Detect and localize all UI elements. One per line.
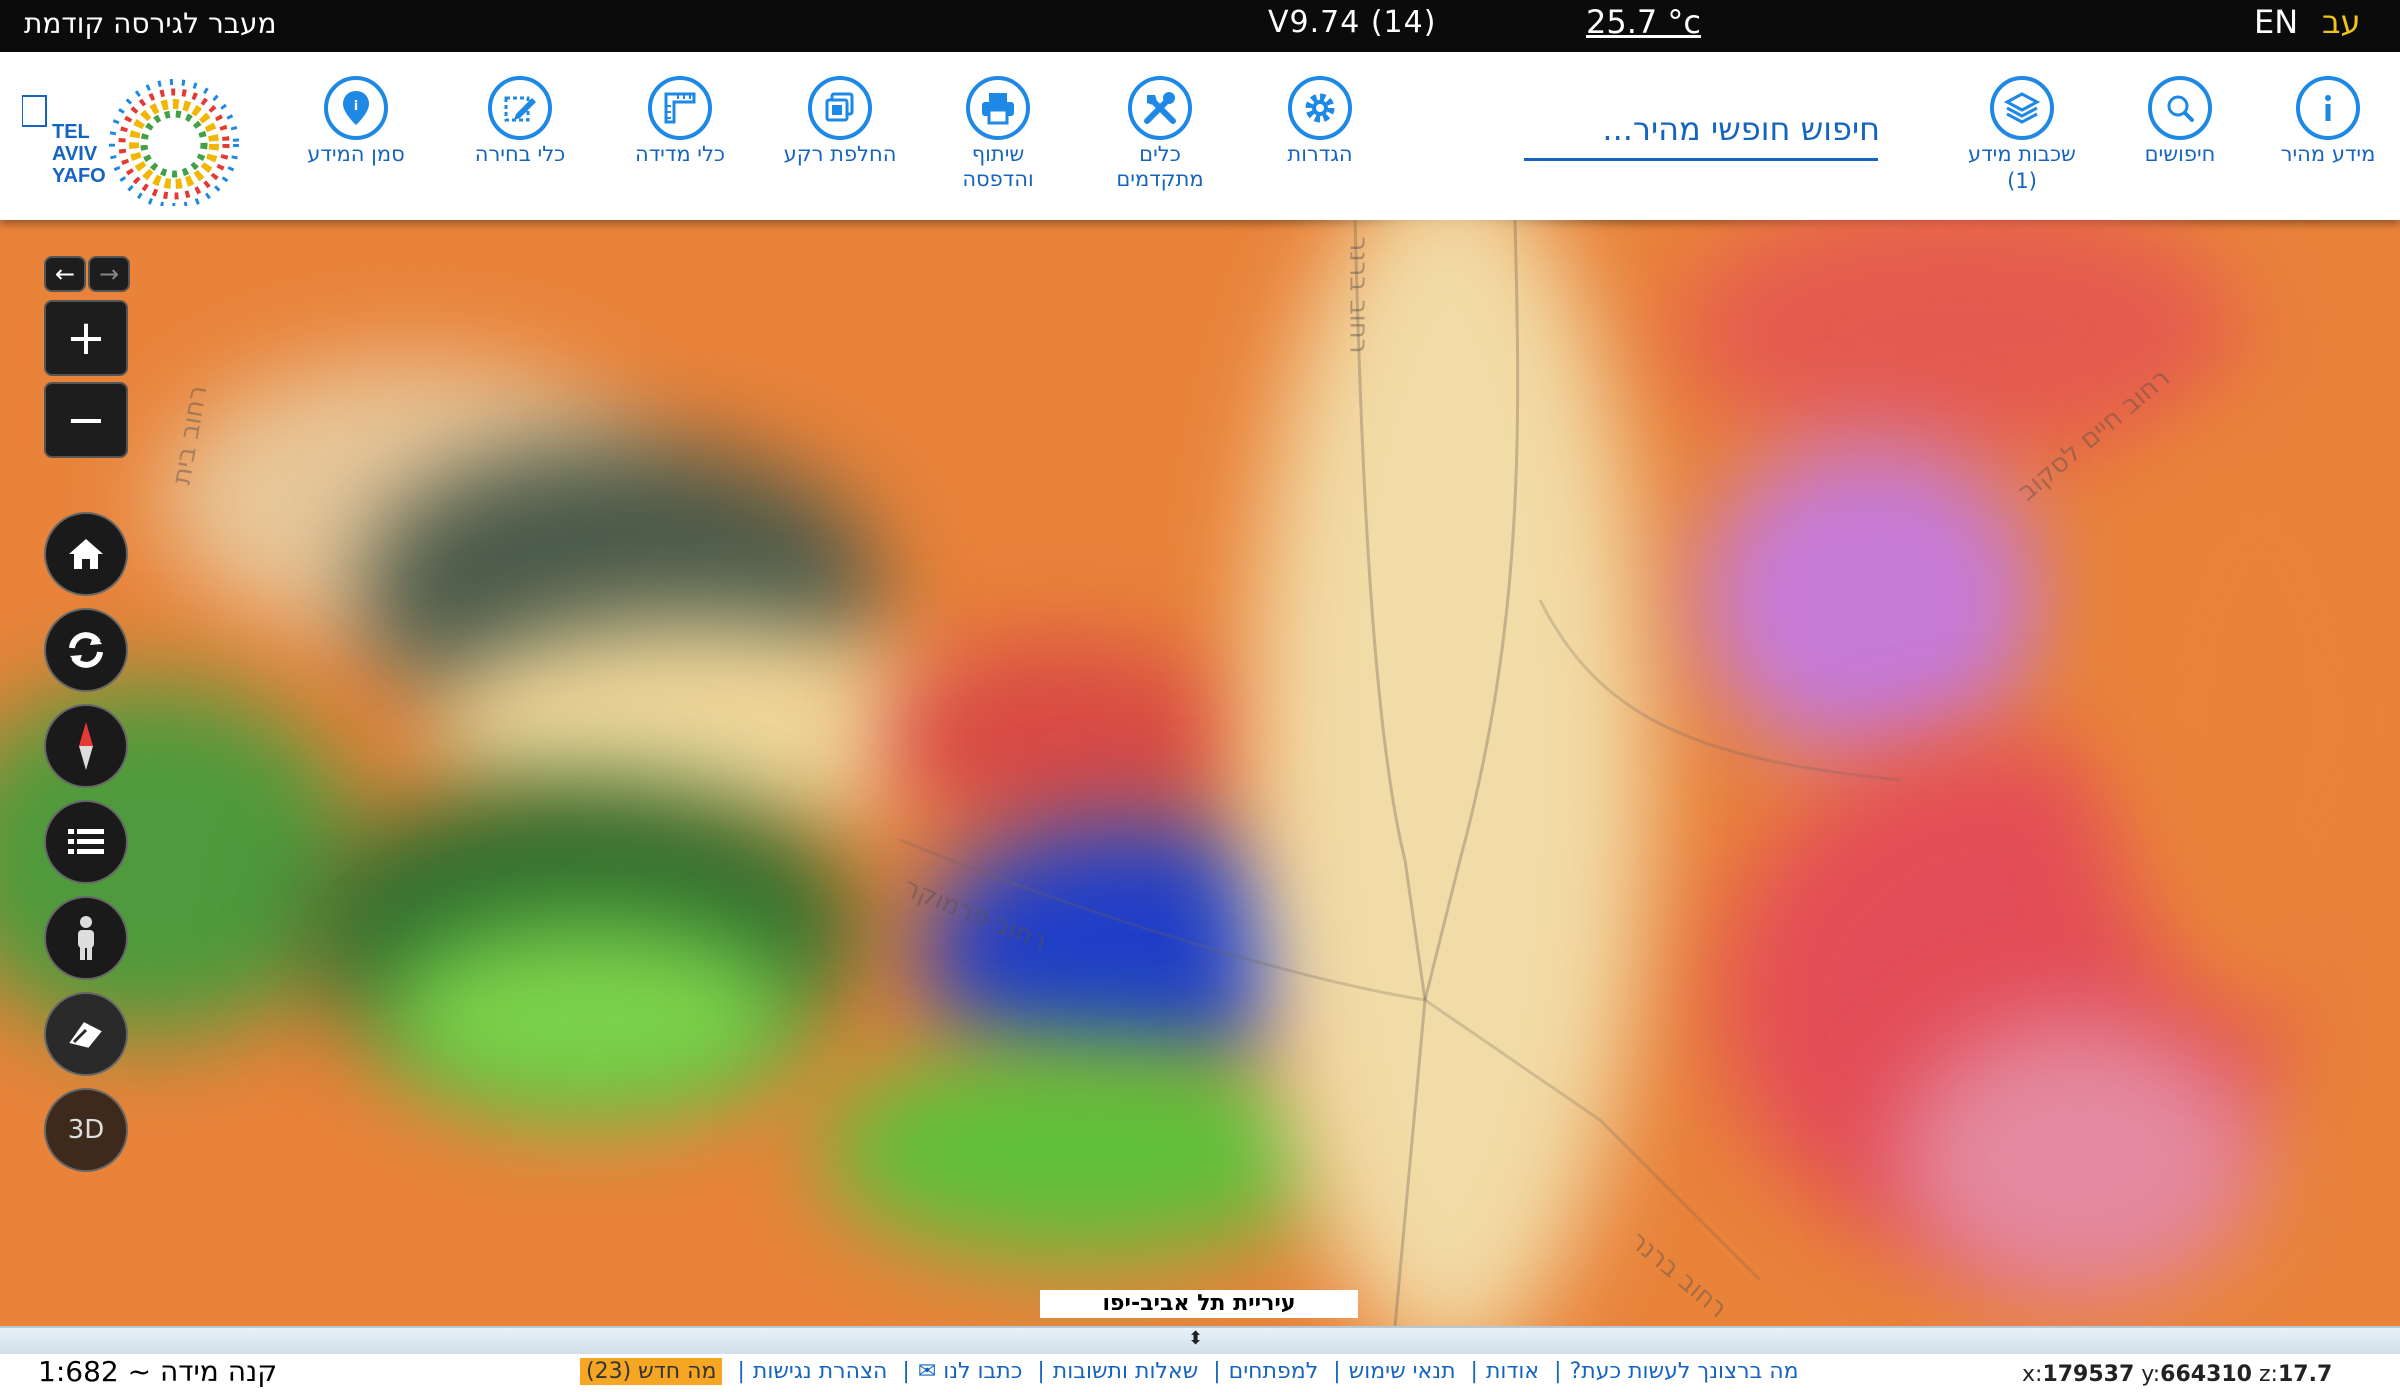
settings-button[interactable]: הגדרות: [1240, 76, 1400, 167]
top-bar: מעבר לגירסה קודמת V9.74 (14) 25.7 °c EN …: [0, 0, 2400, 52]
terms-link[interactable]: תנאי שימוש: [1349, 1359, 1456, 1384]
municipality-attribution: עיריית תל אביב-יפו: [1040, 1290, 1358, 1318]
about-link[interactable]: אודות: [1486, 1359, 1539, 1384]
info-layers-count: (1): [2007, 169, 2037, 193]
info-layers-label: שכבות מידע: [1968, 142, 2076, 166]
3d-view-button[interactable]: 3D: [44, 1088, 128, 1172]
main-toolbar: TEL AVIV YAFO i סמן המידע כלי בחירה כלי …: [0, 52, 2400, 220]
what-to-do-link[interactable]: מה ברצונך לעשות כעת?: [1570, 1359, 1799, 1384]
zoom-in-button[interactable]: +: [44, 300, 128, 376]
coord-x-value: 179537: [2042, 1362, 2135, 1387]
quick-search-input[interactable]: [1524, 102, 1882, 156]
info-icon: [2296, 76, 2360, 140]
quick-search-box[interactable]: [1524, 102, 1882, 161]
search-icon: [2148, 76, 2212, 140]
map-marker-icon: i: [324, 76, 388, 140]
street-label: רחוב ברנר: [1343, 236, 1374, 354]
home-icon: [69, 539, 103, 569]
arrow-right-icon: →: [98, 260, 120, 288]
ruler-icon: [648, 76, 712, 140]
pegman-icon: [78, 916, 94, 960]
map-view[interactable]: רחוב ברנר רחוב פרמוקר רחוב חיים לסקוב רח…: [0, 220, 2400, 1326]
basemap-switch-button[interactable]: החלפת רקע: [760, 76, 920, 167]
share-print-button[interactable]: שיתוף והדפסה: [918, 76, 1078, 192]
map-scale: קנה מידה ~ 1:682: [38, 1355, 278, 1388]
logo-graphic: TEL AVIV YAFO: [21, 79, 239, 209]
info-marker-label: סמן המידע: [307, 142, 405, 166]
status-bar: קנה מידה ~ 1:682 מה ברצונך לעשות כעת?| א…: [0, 1354, 2400, 1392]
select-pencil-icon: [488, 76, 552, 140]
info-marker-button[interactable]: i סמן המידע: [276, 76, 436, 167]
language-english-button[interactable]: EN: [2254, 3, 2298, 41]
bottom-panel-handle[interactable]: ⬍: [0, 1326, 2400, 1356]
history-forward-button[interactable]: →: [88, 256, 130, 292]
contact-link[interactable]: כתבו לנו ✉: [918, 1359, 1023, 1384]
svg-text:YAFO: YAFO: [52, 165, 106, 187]
svg-text:AVIV: AVIV: [52, 143, 98, 165]
settings-label: הגדרות: [1287, 142, 1353, 166]
eraser-button[interactable]: [44, 992, 128, 1076]
layers-icon: [1990, 76, 2054, 140]
arrow-left-icon: ←: [54, 260, 76, 288]
quick-info-button[interactable]: מידע מהיר: [2248, 76, 2400, 167]
basemap-layers-icon: [808, 76, 872, 140]
coord-z-value: 17.7: [2277, 1362, 2333, 1387]
faq-link[interactable]: שאלות ותשובות: [1053, 1359, 1198, 1384]
measure-tool-button[interactable]: כלי מדידה: [600, 76, 760, 167]
gear-icon: [1288, 76, 1352, 140]
tools-icon: [1128, 76, 1192, 140]
selection-tool-button[interactable]: כלי בחירה: [440, 76, 600, 167]
compass-button[interactable]: [44, 704, 128, 788]
history-back-button[interactable]: ←: [44, 256, 86, 292]
home-button[interactable]: [44, 512, 128, 596]
coord-x-label: x:: [2022, 1362, 2043, 1387]
basemap-switch-label: החלפת רקע: [783, 142, 897, 166]
footer-links: מה ברצונך לעשות כעת?| אודות| תנאי שימוש|…: [580, 1358, 1799, 1386]
map-coordinates: x:179537 y:664310 z:17.7: [2022, 1362, 2332, 1387]
svg-text:TEL: TEL: [52, 121, 90, 143]
measure-tool-label: כלי מדידה: [634, 142, 726, 166]
searches-button[interactable]: חיפושים: [2100, 76, 2260, 167]
eraser-icon: [69, 1022, 102, 1048]
svg-text:i: i: [354, 99, 358, 114]
refresh-button[interactable]: [44, 608, 128, 692]
expand-collapse-icon[interactable]: ⬍: [1188, 1328, 1203, 1349]
selection-tool-label: כלי בחירה: [474, 142, 566, 166]
previous-version-link[interactable]: מעבר לגירסה קודמת: [24, 7, 277, 40]
advanced-tools-label: כלים מתקדמים: [1116, 142, 1204, 191]
coord-y-label: y:: [2141, 1362, 2161, 1387]
list-icon: [68, 829, 104, 854]
quick-info-label: מידע מהיר: [2280, 142, 2376, 166]
version-label: V9.74 (14): [1268, 5, 1437, 40]
info-layers-button[interactable]: שכבות מידע (1): [1942, 76, 2102, 194]
accessibility-link[interactable]: הצהרת נגישות: [753, 1359, 888, 1384]
coord-z-label: z:: [2259, 1362, 2278, 1387]
tel-aviv-logo[interactable]: TEL AVIV YAFO: [21, 76, 252, 209]
temperature-link[interactable]: 25.7 °c: [1586, 3, 1701, 41]
coord-y-value: 664310: [2160, 1362, 2252, 1387]
printer-icon: [966, 76, 1030, 140]
searches-label: חיפושים: [2144, 142, 2216, 166]
whats-new-badge[interactable]: מה חדש (23): [580, 1358, 723, 1385]
advanced-tools-button[interactable]: כלים מתקדמים: [1080, 76, 1240, 192]
zoom-out-button[interactable]: −: [44, 382, 128, 458]
road-lines: [899, 220, 1901, 1326]
legend-list-button[interactable]: [44, 800, 128, 884]
share-print-label: שיתוף והדפסה: [962, 142, 1034, 191]
developers-link[interactable]: למפתחים: [1229, 1359, 1319, 1384]
compass-icon: [79, 722, 93, 770]
street-view-button[interactable]: [44, 896, 128, 980]
language-hebrew-button[interactable]: עב: [2322, 3, 2361, 41]
refresh-icon: [69, 632, 103, 668]
